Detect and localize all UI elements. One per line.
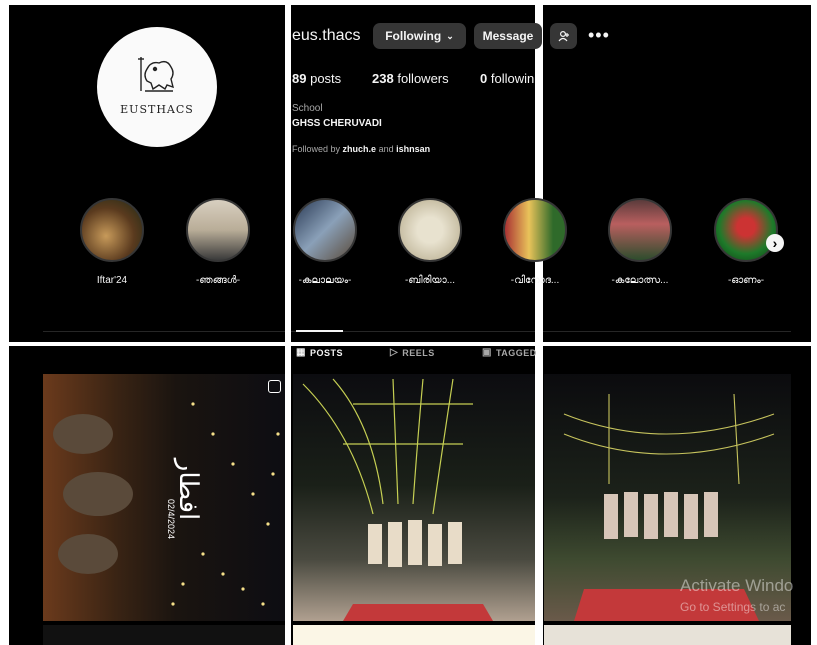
string-lights-decoration xyxy=(53,402,280,606)
following-label: Following xyxy=(385,29,442,43)
posts-count: 89 xyxy=(292,71,307,86)
add-person-icon xyxy=(558,30,569,42)
tab-reels-label: REELS xyxy=(402,347,435,358)
highlight-thumb-3[interactable] xyxy=(293,198,357,262)
string-lights-decoration xyxy=(302,378,493,621)
following-count: 0 xyxy=(480,71,488,86)
message-button[interactable]: Message xyxy=(474,23,542,49)
tab-reels[interactable]: ▷ REELS xyxy=(390,347,435,358)
following-stat[interactable]: 0 followin xyxy=(480,71,535,86)
avatar-logo-text: EUSTHACS xyxy=(120,103,194,116)
followers-label: followers xyxy=(397,71,449,86)
windows-activation-hint: Go to Settings to ac xyxy=(680,600,786,614)
followed-by-user-1[interactable]: zhuch.e xyxy=(343,144,377,154)
following-stat-label: followin xyxy=(490,71,535,86)
highlight-label: -ബിരിയാ... xyxy=(404,275,456,286)
highlight-label: -കലാലയം- xyxy=(298,275,352,286)
profile-pane-middle xyxy=(291,5,535,342)
posts-label: posts xyxy=(310,71,342,86)
post-thumb-5[interactable] xyxy=(293,625,535,645)
post-thumb-6[interactable] xyxy=(544,625,791,645)
post-thumb-2[interactable] xyxy=(293,374,535,621)
windows-activation-watermark: Activate Windo xyxy=(680,576,794,595)
highlight-thumb-2[interactable] xyxy=(186,198,250,262)
profile-username: eus.thacs xyxy=(292,27,361,44)
tab-posts-label: POSTS xyxy=(309,347,343,358)
profile-bio: GHSS CHERUVADI xyxy=(292,118,382,129)
active-tab-indicator xyxy=(296,330,343,332)
divider xyxy=(543,331,791,332)
highlight-label: -ഓണം- xyxy=(727,275,765,286)
lion-emblem-icon xyxy=(138,57,174,92)
profile-pane-right xyxy=(543,5,811,342)
suggest-people-button[interactable] xyxy=(550,23,577,49)
highlight-thumb-1[interactable] xyxy=(80,198,144,262)
followers-count: 238 xyxy=(372,71,394,86)
followers-stat[interactable]: 238 followers xyxy=(372,71,449,86)
grid-icon: ▦ xyxy=(296,347,306,358)
more-options-icon[interactable]: ••• xyxy=(588,26,610,44)
profile-category: School xyxy=(292,103,323,114)
highlight-thumb-6[interactable] xyxy=(608,198,672,262)
followed-by-user-2[interactable]: ishnsan xyxy=(396,144,430,154)
posts-stat: 89 posts xyxy=(292,71,341,86)
tab-tagged[interactable]: ▣ TAGGED xyxy=(482,347,537,358)
profile-pane-left: EUSTHACS xyxy=(9,5,285,342)
highlight-label: -വിനോദ... xyxy=(510,275,560,286)
message-label: Message xyxy=(482,29,534,43)
highlight-thumb-5[interactable] xyxy=(503,198,567,262)
post-overlay-text: افطار xyxy=(174,458,205,521)
reel-icon xyxy=(268,380,281,393)
tagged-icon: ▣ xyxy=(482,347,492,358)
post-date-text: 02/4/2024 xyxy=(166,498,177,540)
followed-by-prefix: Followed by xyxy=(292,144,341,154)
profile-avatar[interactable]: EUSTHACS xyxy=(97,27,217,147)
highlight-label: Iftar'24 xyxy=(96,275,128,286)
following-button[interactable]: Following ⌄ xyxy=(373,23,466,49)
tab-posts[interactable]: ▦ POSTS xyxy=(296,347,343,358)
followed-by[interactable]: Followed by zhuch.e and ishnsan xyxy=(292,144,430,154)
divider xyxy=(43,331,285,332)
followed-by-and: and xyxy=(378,144,394,154)
highlight-label: -ഞങ്ങൾ- xyxy=(195,275,241,286)
reels-icon: ▷ xyxy=(390,347,399,358)
chevron-down-icon: ⌄ xyxy=(446,30,454,41)
post-thumb-1[interactable]: افطار 02/4/2024 xyxy=(43,374,285,621)
highlight-thumb-7[interactable] xyxy=(714,198,778,262)
chevron-right-icon[interactable]: › xyxy=(766,234,784,252)
tab-tagged-label: TAGGED xyxy=(495,347,537,358)
highlight-thumb-4[interactable] xyxy=(398,198,462,262)
highlight-label: -കലോത്സ... xyxy=(611,275,669,286)
post-thumb-4[interactable] xyxy=(43,625,285,645)
